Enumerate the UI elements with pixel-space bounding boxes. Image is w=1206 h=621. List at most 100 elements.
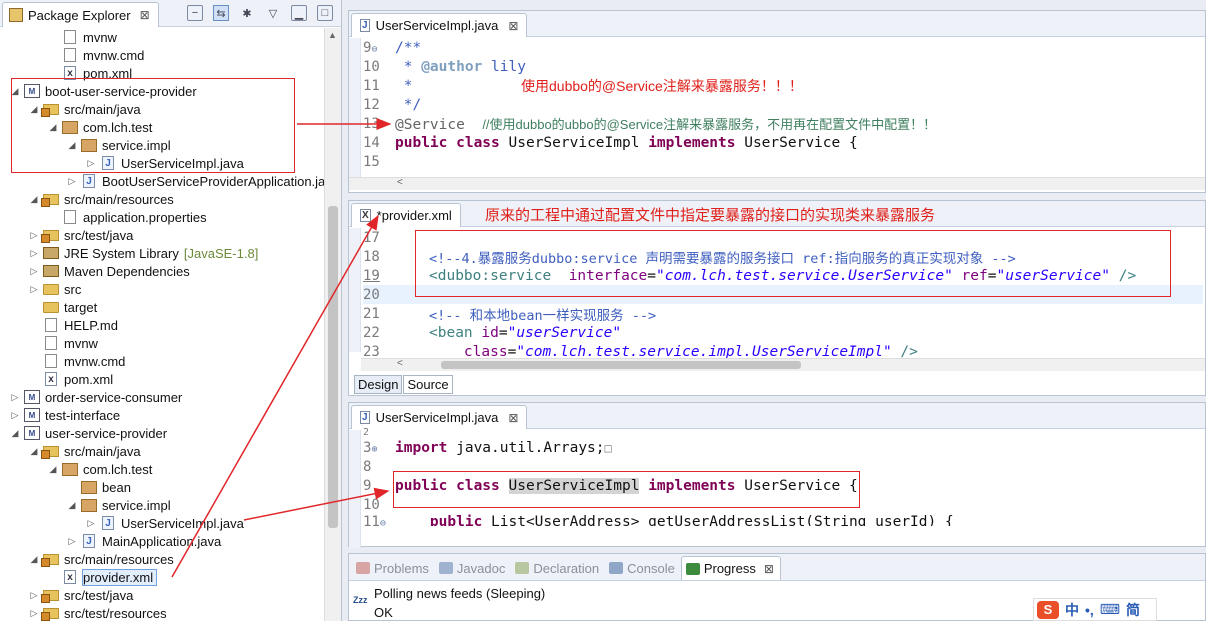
expanded-triangle-icon[interactable]: ◢ [10,428,20,439]
tree-item[interactable]: ▷ J UserServiceImpl.java [86,154,244,172]
scroll-left-icon[interactable]: < [397,177,403,188]
code-line[interactable]: 17 [363,228,429,247]
editor-tab-userserviceimpl[interactable]: J UserServiceImpl.java ⊠ [351,405,528,429]
tree-item[interactable]: ◢ src/main/java [29,100,141,118]
code-line[interactable]: 3⊕ import java.util.Arrays;□ [363,438,612,457]
tree-item[interactable]: ▷ Mtest-interface [10,406,121,424]
expanded-triangle-icon[interactable]: ◢ [29,554,39,565]
expanded-triangle-icon[interactable]: ◢ [67,500,77,511]
tree-item[interactable]: ▷ J UserServiceImpl.java [86,514,244,532]
tab-progress[interactable]: Progress ⊠ [680,556,781,580]
tab-problems[interactable]: Problems [352,556,435,580]
view-menu-gear-icon[interactable]: ✱ [239,5,255,21]
package-explorer-tab[interactable]: Package Explorer ⊠ [2,2,159,27]
code-line[interactable]: 8 [363,457,395,476]
tree-item[interactable]: ▷ J BootUserServiceProviderApplication.ja [67,172,324,190]
tab-design[interactable]: Design [354,375,403,394]
scrollbar-thumb[interactable] [441,361,801,369]
expanded-triangle-icon[interactable]: ◢ [29,104,39,115]
tree-item[interactable]: ◢ com.lch.test [48,460,153,478]
collapsed-triangle-icon[interactable]: ▷ [67,536,77,547]
code-line[interactable]: 14 public class UserServiceImpl implement… [363,133,858,152]
expanded-triangle-icon[interactable]: ◢ [29,446,39,457]
ime-toolbar[interactable]: S 中 •, ⌨ 简 [1033,598,1157,621]
vertical-scrollbar[interactable]: ▲ [324,28,341,621]
tree-item[interactable]: ◢ src/main/java [29,442,141,460]
editor-tab-provider-xml[interactable]: X *provider.xml [351,203,461,227]
tree-item[interactable]: ◢ com.lch.test [48,118,153,136]
tree-item[interactable]: ◢ Muser-service-provider [10,424,168,442]
code-line[interactable]: 15 [363,152,395,171]
tree-item[interactable]: HELP.md [29,316,118,334]
minimize-icon[interactable]: ▁ [291,5,307,21]
expanded-triangle-icon[interactable]: ◢ [48,122,58,133]
maximize-icon[interactable]: □ [317,5,333,21]
tree-item[interactable]: ◢ src/main/resources [29,190,174,208]
scrollbar-thumb[interactable] [328,206,338,528]
tree-item[interactable]: x pom.xml [48,64,132,82]
link-with-editor-icon[interactable]: ⇆ [213,5,229,21]
collapsed-triangle-icon[interactable]: ▷ [10,410,20,421]
scroll-left-icon[interactable]: < [397,358,403,369]
code-line[interactable]: 2 [363,427,395,438]
code-line[interactable]: 18 <!--4.暴露服务dubbo:service 声明需要暴露的服务接口 re… [363,247,1016,267]
collapsed-triangle-icon[interactable]: ▷ [86,158,96,169]
close-icon[interactable]: ⊠ [508,19,518,33]
tree-item[interactable]: mvnw.cmd [29,352,125,370]
editor-tab-userserviceimpl[interactable]: J UserServiceImpl.java ⊠ [351,13,528,37]
keyboard-icon[interactable]: ⌨ [1100,601,1120,618]
tree-item[interactable]: mvnw.cmd [48,46,144,64]
expanded-triangle-icon[interactable]: ◢ [48,464,58,475]
code-line[interactable]: 10 * @author lily [363,57,526,76]
collapsed-triangle-icon[interactable]: ▷ [29,608,39,619]
code-line[interactable]: 12 */ [363,95,421,114]
tab-console[interactable]: Console [605,556,681,580]
horizontal-scrollbar[interactable]: < [349,177,1205,190]
tree-item[interactable]: target [29,298,97,316]
tree-item[interactable]: ▷ JRE System Library [JavaSE-1.8] [29,244,259,262]
close-icon[interactable]: ⊠ [140,8,150,22]
code-line[interactable]: 20 [363,285,1203,304]
tab-source[interactable]: Source [403,375,453,394]
tree-item[interactable]: ▷ Maven Dependencies [29,262,190,280]
code-line[interactable]: 21 <!-- 和本地bean一样实现服务 --> [363,304,656,324]
tree-item[interactable]: x provider.xml [48,568,158,586]
tree-item[interactable]: ▷ src/test/java [29,226,133,244]
expanded-triangle-icon[interactable]: ◢ [29,194,39,205]
tree-item[interactable]: ▷ src [29,280,82,298]
collapsed-triangle-icon[interactable]: ▷ [29,266,39,277]
code-line[interactable]: 9 public class UserServiceImpl implements… [363,476,858,495]
ime-punct[interactable]: •, [1085,602,1094,618]
code-line[interactable]: 9⊖ /** [363,38,421,57]
scroll-up-icon[interactable]: ▲ [328,30,337,40]
tree-item[interactable]: ◢ src/main/resources [29,550,174,568]
collapsed-triangle-icon[interactable]: ▷ [29,590,39,601]
tab-javadoc[interactable]: Javadoc [435,556,511,580]
ime-mode[interactable]: 简 [1126,600,1140,620]
collapsed-triangle-icon[interactable]: ▷ [29,230,39,241]
code-line[interactable]: 22 <bean id="userService" [363,323,621,342]
code-line[interactable]: 11 * 使用dubbo的@Service注解来暴露服务！！！ [363,76,803,95]
code-line[interactable]: 10 [363,495,395,514]
tree-item[interactable]: ▷ J MainApplication.java [67,532,222,550]
collapsed-triangle-icon[interactable]: ▷ [29,248,39,259]
tree-item[interactable]: mvnw [29,334,98,352]
tree-item[interactable]: ◢ Mboot-user-service-provider [10,82,197,100]
tree-item[interactable]: mvnw [48,28,117,46]
tree-item[interactable]: ▷ Morder-service-consumer [10,388,183,406]
tree-item[interactable]: x pom.xml [29,370,113,388]
collapsed-triangle-icon[interactable]: ▷ [67,176,77,187]
collapsed-triangle-icon[interactable]: ▷ [29,284,39,295]
tree-item[interactable]: bean [67,478,131,496]
horizontal-scrollbar[interactable]: < [361,358,1205,371]
tree-item[interactable]: ▷ src/test/java [29,586,133,604]
code-line[interactable]: 19 <dubbo:service interface="com.lch.test… [363,266,1136,285]
ime-lang[interactable]: 中 [1065,600,1079,620]
code-line[interactable]: 11⊖ public List<UserAddress> getUserAddr… [363,514,954,526]
chevron-down-icon[interactable]: ▽ [265,5,281,21]
collapse-all-icon[interactable]: − [187,5,203,21]
expanded-triangle-icon[interactable]: ◢ [10,86,20,97]
tree-item[interactable]: ◢ service.impl [67,136,171,154]
tree-item[interactable]: ◢ service.impl [67,496,171,514]
collapsed-triangle-icon[interactable]: ▷ [10,392,20,403]
